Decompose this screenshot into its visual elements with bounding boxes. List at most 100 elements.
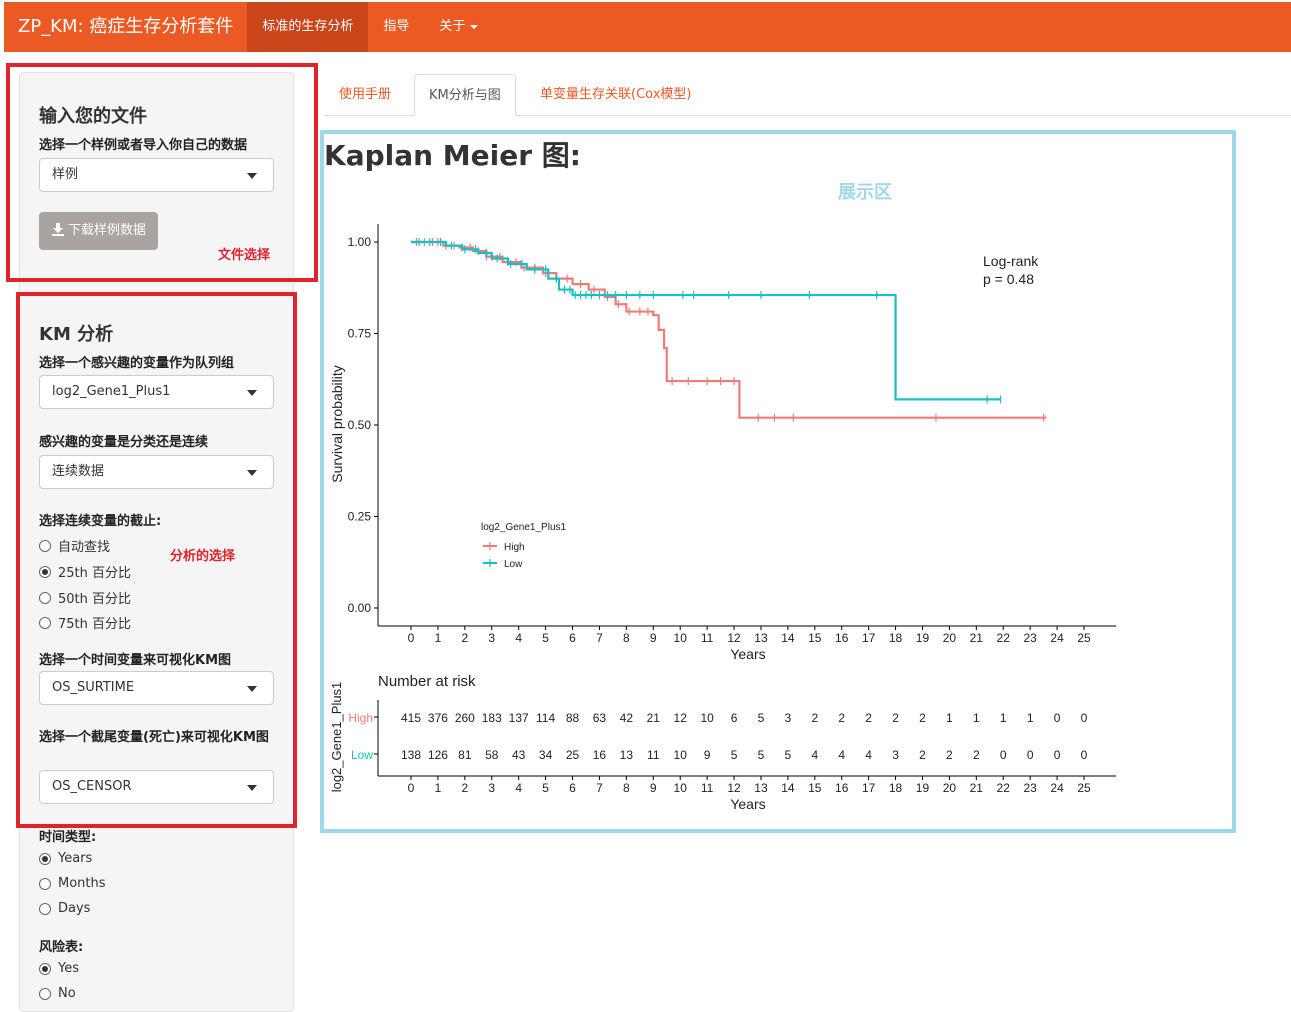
risk-count: 0 bbox=[1081, 748, 1088, 762]
download-sample-button[interactable]: 下载样例数据 bbox=[39, 212, 159, 250]
cutoff-option-label: 75th 百分比 bbox=[58, 617, 132, 632]
tab-user-manual[interactable]: 使用手册 bbox=[325, 74, 405, 116]
risk-count: 5 bbox=[731, 748, 738, 762]
risk-x-tick-label: 19 bbox=[916, 781, 930, 795]
risk-count: 16 bbox=[593, 748, 607, 762]
variable-type-value: 连续数据 bbox=[52, 464, 105, 479]
top-navbar: ZP_KM: 癌症生存分析套件 标准的生存分析 指导 关于 bbox=[4, 2, 1291, 52]
x-tick-label: 18 bbox=[889, 631, 903, 645]
risk-count: 0 bbox=[1054, 748, 1061, 762]
tab-cox-model[interactable]: 单变量生存关联(Cox模型) bbox=[526, 74, 705, 116]
time-type-radio-months[interactable]: Months bbox=[39, 876, 106, 891]
radio-dot bbox=[39, 616, 51, 629]
caret-down-icon bbox=[247, 390, 257, 396]
risk-x-tick-label: 9 bbox=[650, 781, 657, 795]
risk-x-tick-label: 2 bbox=[461, 781, 468, 795]
km-plot-title: Kaplan Meier 图: bbox=[324, 139, 582, 172]
variable-type-label: 感兴趣的变量是分类还是连续 bbox=[39, 435, 209, 450]
y-tick-label: 0.25 bbox=[348, 510, 372, 524]
risk-count: 34 bbox=[539, 748, 553, 762]
legend-label-low: Low bbox=[504, 559, 523, 570]
time-type-option-label: Years bbox=[58, 851, 93, 866]
radio-dot bbox=[39, 539, 51, 552]
risk-table-radio-no[interactable]: No bbox=[39, 986, 76, 1001]
risk-count: 81 bbox=[458, 748, 472, 762]
risk-table-label: 风险表: bbox=[39, 940, 84, 955]
cutoff-radio-25th[interactable]: 25th 百分比 bbox=[39, 562, 131, 581]
risk-option-label: No bbox=[58, 986, 76, 1001]
risk-count: 1 bbox=[1000, 711, 1007, 725]
x-tick-label: 11 bbox=[701, 631, 714, 645]
app-brand[interactable]: ZP_KM: 癌症生存分析套件 bbox=[4, 2, 247, 52]
x-tick-label: 6 bbox=[569, 631, 576, 645]
tab-km-analysis[interactable]: KM分析与图 bbox=[414, 74, 516, 116]
risk-count: 0 bbox=[1000, 748, 1007, 762]
radio-dot bbox=[39, 877, 51, 890]
risk-x-tick-label: 12 bbox=[727, 781, 741, 795]
risk-count: 2 bbox=[973, 748, 980, 762]
x-tick-label: 14 bbox=[781, 631, 795, 645]
time-type-option-label: Days bbox=[58, 901, 91, 916]
risk-count: 1 bbox=[973, 711, 980, 725]
file-selection-annotation: 文件选择 bbox=[218, 248, 271, 263]
censor-variable-label: 选择一个截尾变量(死亡)来可视化KM图 bbox=[39, 730, 269, 745]
legend-title: log2_Gene1_Plus1 bbox=[481, 522, 567, 533]
risk-count: 2 bbox=[919, 748, 926, 762]
x-axis-label: Years bbox=[730, 646, 765, 662]
risk-row-label-high: High bbox=[348, 711, 373, 725]
risk-x-tick-label: 5 bbox=[542, 781, 549, 795]
risk-count: 5 bbox=[785, 748, 792, 762]
risk-count: 2 bbox=[919, 711, 926, 725]
time-type-option-label: Months bbox=[58, 876, 106, 891]
cutoff-radio-auto[interactable]: 自动查找 bbox=[39, 536, 110, 555]
risk-table-radio-yes[interactable]: Yes bbox=[39, 961, 79, 976]
radio-dot bbox=[39, 987, 51, 1000]
cohort-select[interactable]: log2_Gene1_Plus1 bbox=[39, 375, 274, 409]
risk-count: 138 bbox=[401, 748, 421, 762]
file-section-title: 输入您的文件 bbox=[39, 106, 147, 127]
x-tick-label: 16 bbox=[835, 631, 849, 645]
risk-count: 2 bbox=[811, 711, 818, 725]
risk-count: 126 bbox=[428, 748, 448, 762]
risk-x-tick-label: 1 bbox=[435, 781, 442, 795]
risk-x-tick-label: 8 bbox=[623, 781, 630, 795]
cutoff-option-label: 50th 百分比 bbox=[58, 592, 132, 607]
nav-guide[interactable]: 指导 bbox=[368, 2, 424, 52]
x-tick-label: 13 bbox=[754, 631, 768, 645]
x-tick-label: 17 bbox=[862, 631, 876, 645]
risk-x-tick-label: 18 bbox=[889, 781, 903, 795]
cutoff-radio-50th[interactable]: 50th 百分比 bbox=[39, 588, 131, 607]
x-tick-label: 9 bbox=[650, 631, 657, 645]
censor-variable-select[interactable]: OS_CENSOR bbox=[39, 770, 274, 804]
risk-count: 9 bbox=[704, 748, 711, 762]
x-tick-label: 22 bbox=[997, 631, 1011, 645]
risk-count: 1 bbox=[946, 711, 953, 725]
nav-about[interactable]: 关于 bbox=[424, 2, 493, 52]
risk-count: 5 bbox=[758, 711, 765, 725]
dataset-select[interactable]: 样例 bbox=[39, 158, 274, 192]
variable-type-select[interactable]: 连续数据 bbox=[39, 455, 274, 489]
cutoff-label: 选择连续变量的截止: bbox=[39, 514, 162, 529]
risk-count: 2 bbox=[946, 748, 953, 762]
risk-count: 3 bbox=[892, 748, 899, 762]
time-type-radio-years[interactable]: Years bbox=[39, 851, 92, 866]
radio-dot bbox=[39, 591, 51, 604]
analysis-selection-annotation: 分析的选择 bbox=[170, 549, 236, 564]
risk-count: 0 bbox=[1027, 748, 1034, 762]
time-type-radio-days[interactable]: Days bbox=[39, 901, 90, 916]
risk-count: 10 bbox=[674, 748, 688, 762]
risk-x-tick-label: 22 bbox=[997, 781, 1011, 795]
risk-count: 2 bbox=[865, 711, 872, 725]
caret-down-icon bbox=[247, 686, 257, 692]
risk-x-tick-label: 17 bbox=[862, 781, 876, 795]
risk-count: 260 bbox=[455, 711, 475, 725]
nav-standard-survival[interactable]: 标准的生存分析 bbox=[247, 2, 369, 52]
time-variable-select[interactable]: OS_SURTIME bbox=[39, 671, 274, 705]
risk-count: 6 bbox=[731, 711, 738, 725]
risk-count: 1 bbox=[1027, 711, 1034, 725]
risk-x-tick-label: 10 bbox=[674, 781, 688, 795]
cutoff-option-label: 25th 百分比 bbox=[58, 566, 132, 581]
nav-about-label: 关于 bbox=[439, 19, 466, 34]
p-value-label: p = 0.48 bbox=[983, 271, 1034, 287]
cutoff-radio-75th[interactable]: 75th 百分比 bbox=[39, 613, 131, 632]
